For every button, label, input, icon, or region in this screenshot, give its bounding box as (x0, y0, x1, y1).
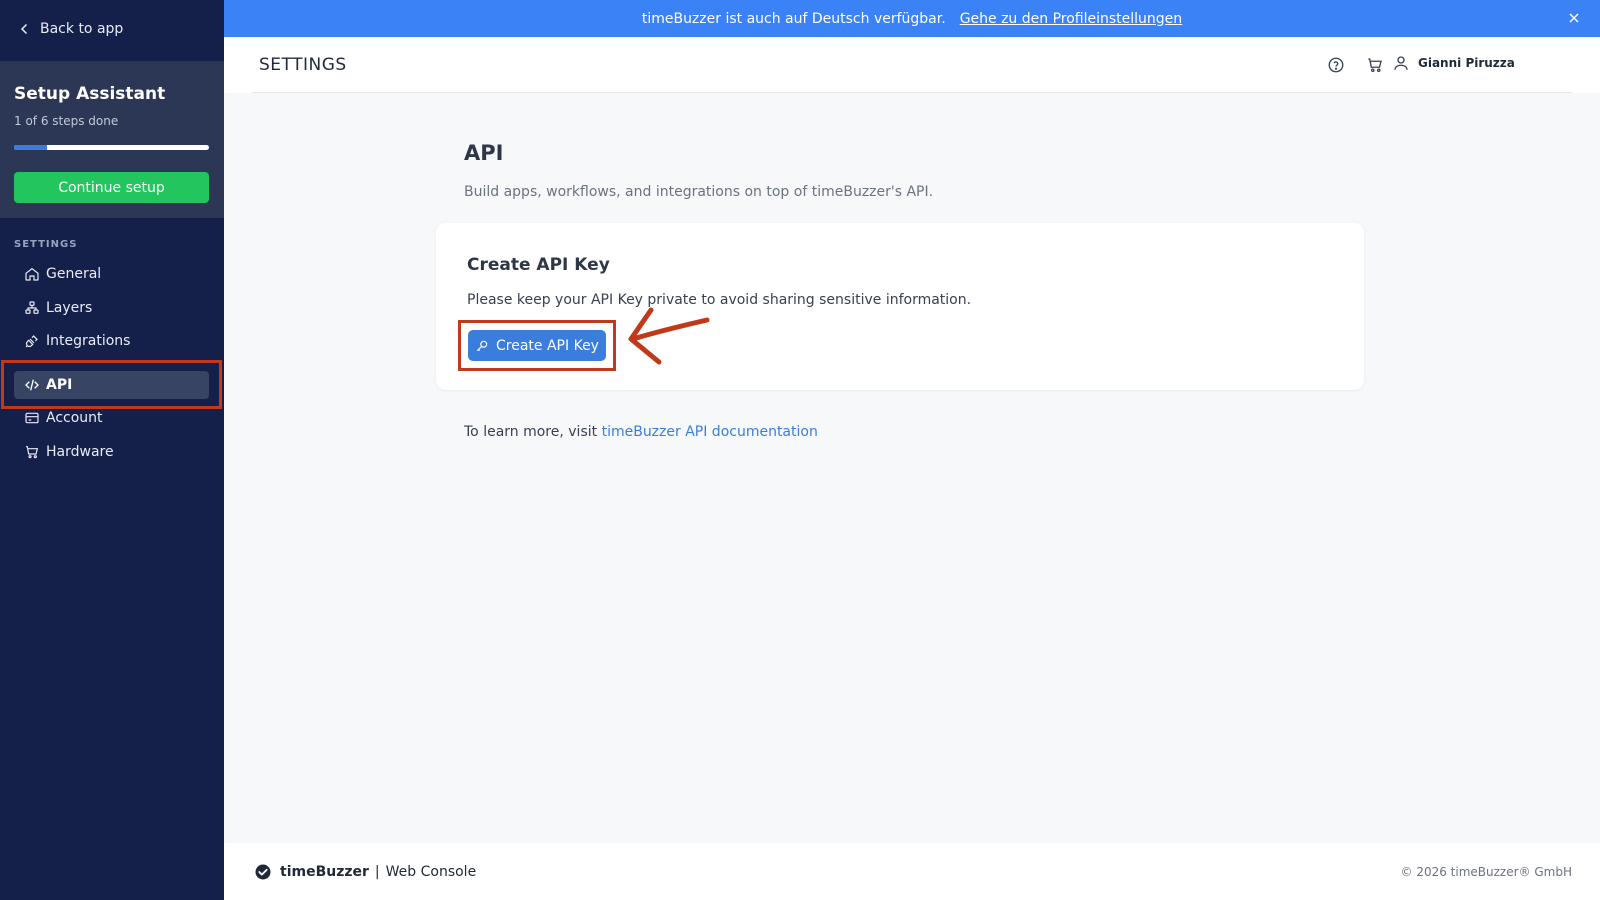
footer-brand-suffix: Web Console (385, 864, 477, 880)
sidebar-item-api[interactable]: API (14, 371, 209, 399)
cart-icon (26, 446, 39, 459)
timebuzzer-logo-icon (255, 864, 271, 880)
footer-brand: timeBuzzer | Web Console (254, 863, 476, 881)
card-title: Create API Key (467, 255, 610, 275)
profile-settings-link[interactable]: Gehe zu den Profileinstellungen (960, 11, 1182, 27)
close-icon[interactable] (1566, 10, 1582, 26)
setup-progress-fill (14, 145, 47, 150)
sidebar-item-account[interactable]: Account (14, 404, 209, 432)
learn-more-text: To learn more, visit timeBuzzer API docu… (464, 424, 818, 440)
user-icon (1394, 56, 1408, 70)
home-icon (25, 267, 39, 281)
footer-brand-name: timeBuzzer (280, 864, 369, 880)
create-api-key-card: Create API Key Please keep your API Key … (436, 223, 1364, 390)
sidebar-item-general[interactable]: General (14, 260, 209, 288)
banner-text: timeBuzzer ist auch auf Deutsch verfügba… (641, 10, 946, 27)
learn-more-prefix: To learn more, visit (464, 424, 598, 440)
sidebar-item-label: Layers (46, 300, 93, 316)
create-api-key-label: Create API Key (496, 337, 599, 354)
copyright-text: © 2026 timeBuzzer® GmbH (1400, 865, 1572, 879)
language-banner: timeBuzzer ist auch auf Deutsch verfügba… (224, 0, 1600, 37)
plug-icon (25, 335, 38, 348)
user-name: Gianni Piruzza (1418, 56, 1515, 70)
card-text: Please keep your API Key private to avoi… (467, 292, 972, 308)
footer-separator: | (374, 864, 380, 880)
layers-icon (25, 301, 39, 314)
card-icon (25, 412, 39, 424)
setup-assistant-panel: Setup Assistant 1 of 6 steps done Contin… (0, 61, 224, 218)
help-icon[interactable] (1327, 56, 1345, 74)
continue-setup-button[interactable]: Continue setup (14, 172, 209, 203)
cart-icon[interactable] (1366, 56, 1384, 74)
back-to-app-label: Back to app (40, 21, 124, 37)
setup-assistant-title: Setup Assistant (14, 84, 166, 104)
footer: timeBuzzer | Web Console © 2026 timeBuzz… (224, 843, 1600, 900)
chevron-left-icon (20, 23, 28, 35)
sidebar-item-label: Account (46, 410, 103, 426)
api-description: Build apps, workflows, and integrations … (464, 184, 934, 200)
page-title: SETTINGS (259, 55, 347, 75)
user-menu[interactable]: Gianni Piruzza (1392, 54, 1515, 72)
sidebar: Back to app Setup Assistant 1 of 6 steps… (0, 0, 224, 900)
sidebar-item-label: API (46, 377, 73, 393)
api-heading: API (464, 141, 504, 165)
sidebar-item-integrations[interactable]: Integrations (14, 327, 209, 355)
create-api-key-button[interactable]: Create API Key (468, 330, 606, 361)
header: SETTINGS Gianni Piruzza (224, 37, 1600, 93)
setup-progress-text: 1 of 6 steps done (14, 114, 119, 128)
sidebar-item-layers[interactable]: Layers (14, 294, 209, 322)
sidebar-item-label: General (46, 266, 102, 282)
api-documentation-link[interactable]: timeBuzzer API documentation (602, 424, 818, 440)
key-icon (476, 340, 488, 351)
main-content: API Build apps, workflows, and integrati… (224, 93, 1600, 843)
sidebar-item-label: Integrations (46, 333, 131, 349)
setup-progress-bar (14, 145, 209, 150)
sidebar-item-hardware[interactable]: Hardware (14, 438, 209, 466)
sidebar-item-label: Hardware (46, 444, 114, 460)
annotation-arrow-icon (628, 307, 710, 365)
settings-section-label: SETTINGS (14, 239, 78, 250)
back-to-app-link[interactable]: Back to app (16, 18, 123, 40)
code-icon (25, 379, 39, 391)
